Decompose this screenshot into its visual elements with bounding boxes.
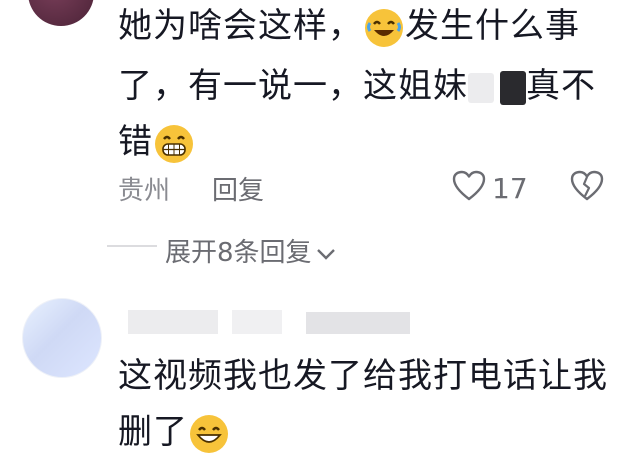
comment-text-line: 她为啥会这样， 发生什么事 (118, 0, 580, 47)
avatar[interactable] (22, 298, 102, 378)
comment-text-line: 了，有一说一，这姐妹 真不 (118, 58, 596, 107)
comment-text-line: 这视频我也发了给我打电话让我 (118, 348, 608, 397)
username-redacted[interactable] (128, 310, 218, 334)
comment-text: 错 (118, 122, 153, 162)
location-label: 贵州 (118, 176, 171, 206)
comment-text: 这视频我也发了给我打电话让我 (118, 356, 608, 396)
grin-emoji-icon (155, 124, 193, 163)
comment-text: 删了 (118, 412, 188, 452)
comment-text-line: 错 (118, 114, 195, 163)
dislike-button[interactable] (570, 170, 604, 206)
username-redacted (306, 312, 410, 334)
reply-button[interactable]: 回复 (212, 170, 264, 207)
broken-heart-icon (570, 170, 604, 201)
comment-text: 发生什么事 (405, 6, 580, 46)
redacted-blur (468, 72, 494, 103)
redacted-blur (500, 70, 526, 105)
divider (107, 245, 157, 247)
rofl-emoji-icon (365, 8, 403, 47)
comment-text: 了，有一说一，这姐妹 (118, 66, 468, 106)
expand-replies-button[interactable]: 展开8条回复 (165, 232, 336, 269)
comment-text: 真不 (526, 66, 596, 106)
expand-replies-label: 展开8条回复 (165, 238, 312, 268)
like-count: 17 (492, 172, 528, 205)
username-redacted (232, 310, 282, 334)
chevron-down-icon (316, 238, 336, 268)
avatar[interactable] (28, 0, 94, 26)
smile-emoji-icon (190, 414, 228, 453)
heart-icon (452, 170, 486, 201)
like-button[interactable] (452, 170, 486, 206)
comment-text-line: 删了 (118, 404, 230, 453)
comment-text: 她为啥会这样， (118, 6, 363, 46)
